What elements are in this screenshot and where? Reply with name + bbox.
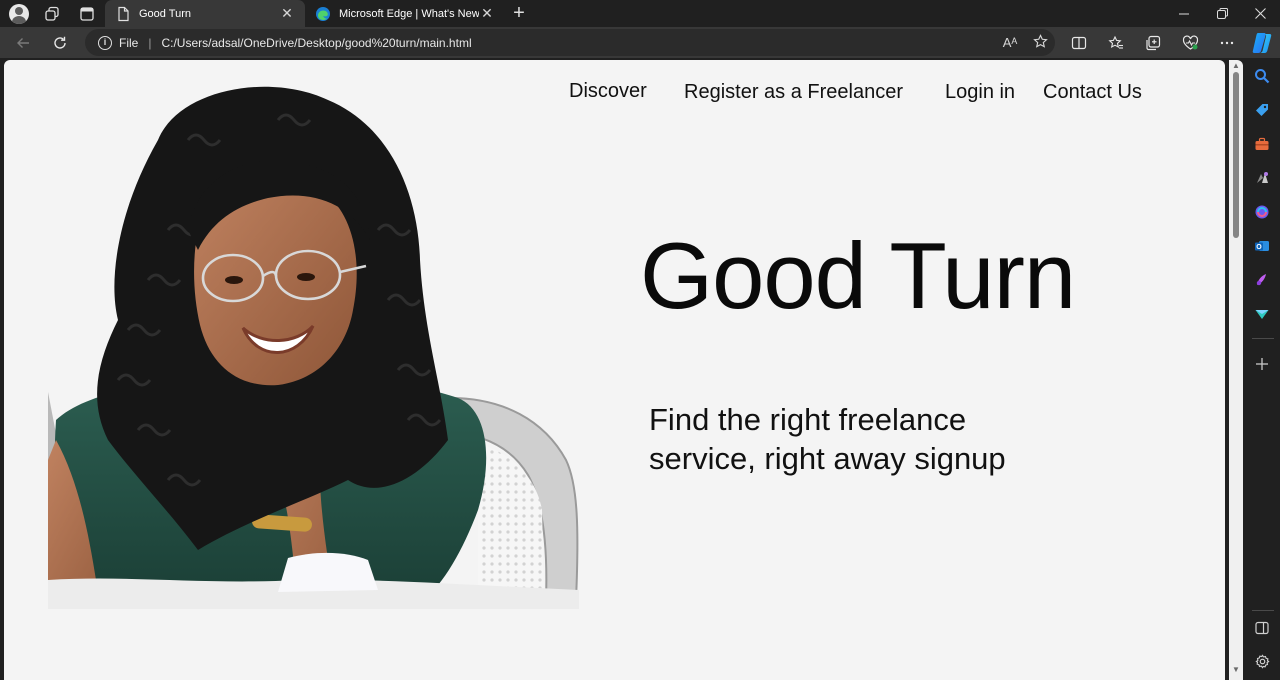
back-arrow-icon (17, 38, 29, 48)
minimize-button[interactable] (1165, 0, 1203, 27)
tab-actions-icon[interactable] (75, 3, 99, 25)
copilot-icon[interactable] (1250, 31, 1274, 55)
hero-title: Good Turn (640, 223, 1076, 328)
outlook-icon[interactable]: O (1252, 236, 1272, 256)
tab-title: Microsoft Edge | What's New (339, 7, 479, 20)
drop-icon[interactable] (1252, 304, 1272, 324)
tab-good-turn[interactable]: Good Turn ✕ (105, 0, 305, 27)
workspaces-icon[interactable] (40, 3, 64, 25)
close-window-button[interactable] (1241, 0, 1279, 27)
sidebar-divider (1252, 338, 1274, 339)
svg-text:O: O (1256, 244, 1262, 251)
hide-sidebar-icon[interactable] (1252, 618, 1272, 638)
address-bar[interactable]: i File | C:/Users/adsal/OneDrive/Desktop… (85, 29, 1055, 56)
page-icon (118, 6, 129, 21)
back-button[interactable] (10, 30, 36, 56)
tab-whats-new[interactable]: Microsoft Edge | What's New ✕ (305, 0, 505, 27)
minimize-icon (1179, 13, 1189, 14)
restore-button[interactable] (1203, 0, 1241, 27)
browser-toolbar: i File | C:/Users/adsal/OneDrive/Desktop… (0, 27, 1280, 58)
settings-menu-icon[interactable] (1214, 30, 1240, 56)
restore-icon (1216, 8, 1228, 19)
reload-button[interactable] (47, 30, 73, 56)
nav-link-discover[interactable]: Discover (569, 80, 647, 103)
browser-essentials-icon[interactable] (1177, 30, 1203, 56)
tab-strip: Good Turn ✕ Microsoft Edge | What's New … (0, 0, 1280, 27)
new-tab-button[interactable]: + (508, 2, 530, 24)
nav-link-login[interactable]: Login in (945, 81, 1015, 104)
vertical-scrollbar[interactable]: ▲ ▼ (1229, 60, 1243, 680)
page-viewport: Discover Register as a Freelancer Login … (4, 60, 1225, 680)
games-icon[interactable] (1252, 168, 1272, 188)
read-aloud-icon[interactable]: Aᴬ (995, 35, 1025, 50)
designer-icon[interactable] (1252, 270, 1272, 290)
favorite-star-icon[interactable] (1025, 33, 1055, 52)
refresh-icon (54, 36, 66, 49)
sidebar-settings-gear-icon[interactable] (1252, 651, 1272, 671)
tools-briefcase-icon[interactable] (1252, 134, 1272, 154)
split-screen-icon[interactable] (1066, 30, 1092, 56)
profile-button[interactable] (7, 3, 31, 25)
shopping-tag-icon[interactable] (1252, 100, 1272, 120)
sidebar-divider (1252, 610, 1274, 611)
address-separator: | (148, 35, 152, 50)
avatar-icon (9, 4, 29, 24)
scheme-label: File (119, 35, 139, 50)
edge-sidebar: O (1245, 58, 1280, 680)
scroll-up-arrow-icon[interactable]: ▲ (1232, 62, 1240, 70)
microsoft-365-icon[interactable] (1252, 202, 1272, 222)
collections-icon[interactable] (1140, 30, 1166, 56)
search-icon[interactable] (1252, 66, 1272, 86)
scroll-down-arrow-icon[interactable]: ▼ (1232, 666, 1240, 674)
hero-photo (48, 86, 579, 609)
tab-title: Good Turn (139, 7, 191, 20)
site-info-icon[interactable]: i (98, 35, 112, 50)
hero-subtitle: Find the right freelance service, right … (649, 402, 1006, 476)
nav-link-contact[interactable]: Contact Us (1043, 81, 1142, 104)
scrollbar-thumb[interactable] (1233, 72, 1239, 238)
url-text[interactable]: C:/Users/adsal/OneDrive/Desktop/good%20t… (161, 36, 995, 50)
close-tab-icon[interactable]: ✕ (279, 5, 295, 22)
close-tab-icon[interactable]: ✕ (479, 5, 495, 22)
close-icon (1254, 8, 1266, 19)
favorites-icon[interactable] (1103, 30, 1129, 56)
edge-logo-icon (316, 6, 330, 21)
nav-link-register-freelancer[interactable]: Register as a Freelancer (684, 81, 903, 104)
add-sidebar-app-icon[interactable] (1252, 354, 1272, 374)
